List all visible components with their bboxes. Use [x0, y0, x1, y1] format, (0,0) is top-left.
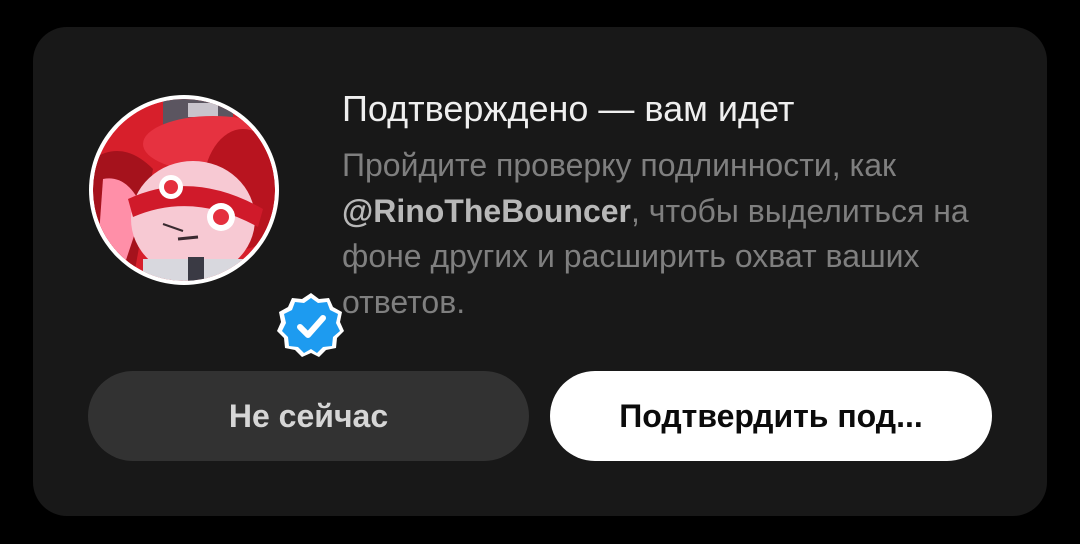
username-handle: @RinoTheBouncer — [342, 192, 631, 229]
verify-button[interactable]: Подтвердить под... — [550, 371, 992, 461]
dialog-description: Пройдите проверку подлинности, как @Rino… — [342, 143, 1022, 325]
not-now-button[interactable]: Не сейчас — [88, 371, 529, 461]
avatar — [89, 95, 279, 285]
dialog-title: Подтверждено — вам идет — [342, 88, 795, 129]
avatar-illustration — [93, 99, 275, 281]
verified-checkmark-icon — [277, 293, 344, 357]
description-text-before: Пройдите проверку подлинности, как — [342, 147, 896, 183]
verification-dialog: Подтверждено — вам идет Пройдите проверк… — [33, 27, 1047, 516]
avatar-container — [89, 95, 344, 357]
